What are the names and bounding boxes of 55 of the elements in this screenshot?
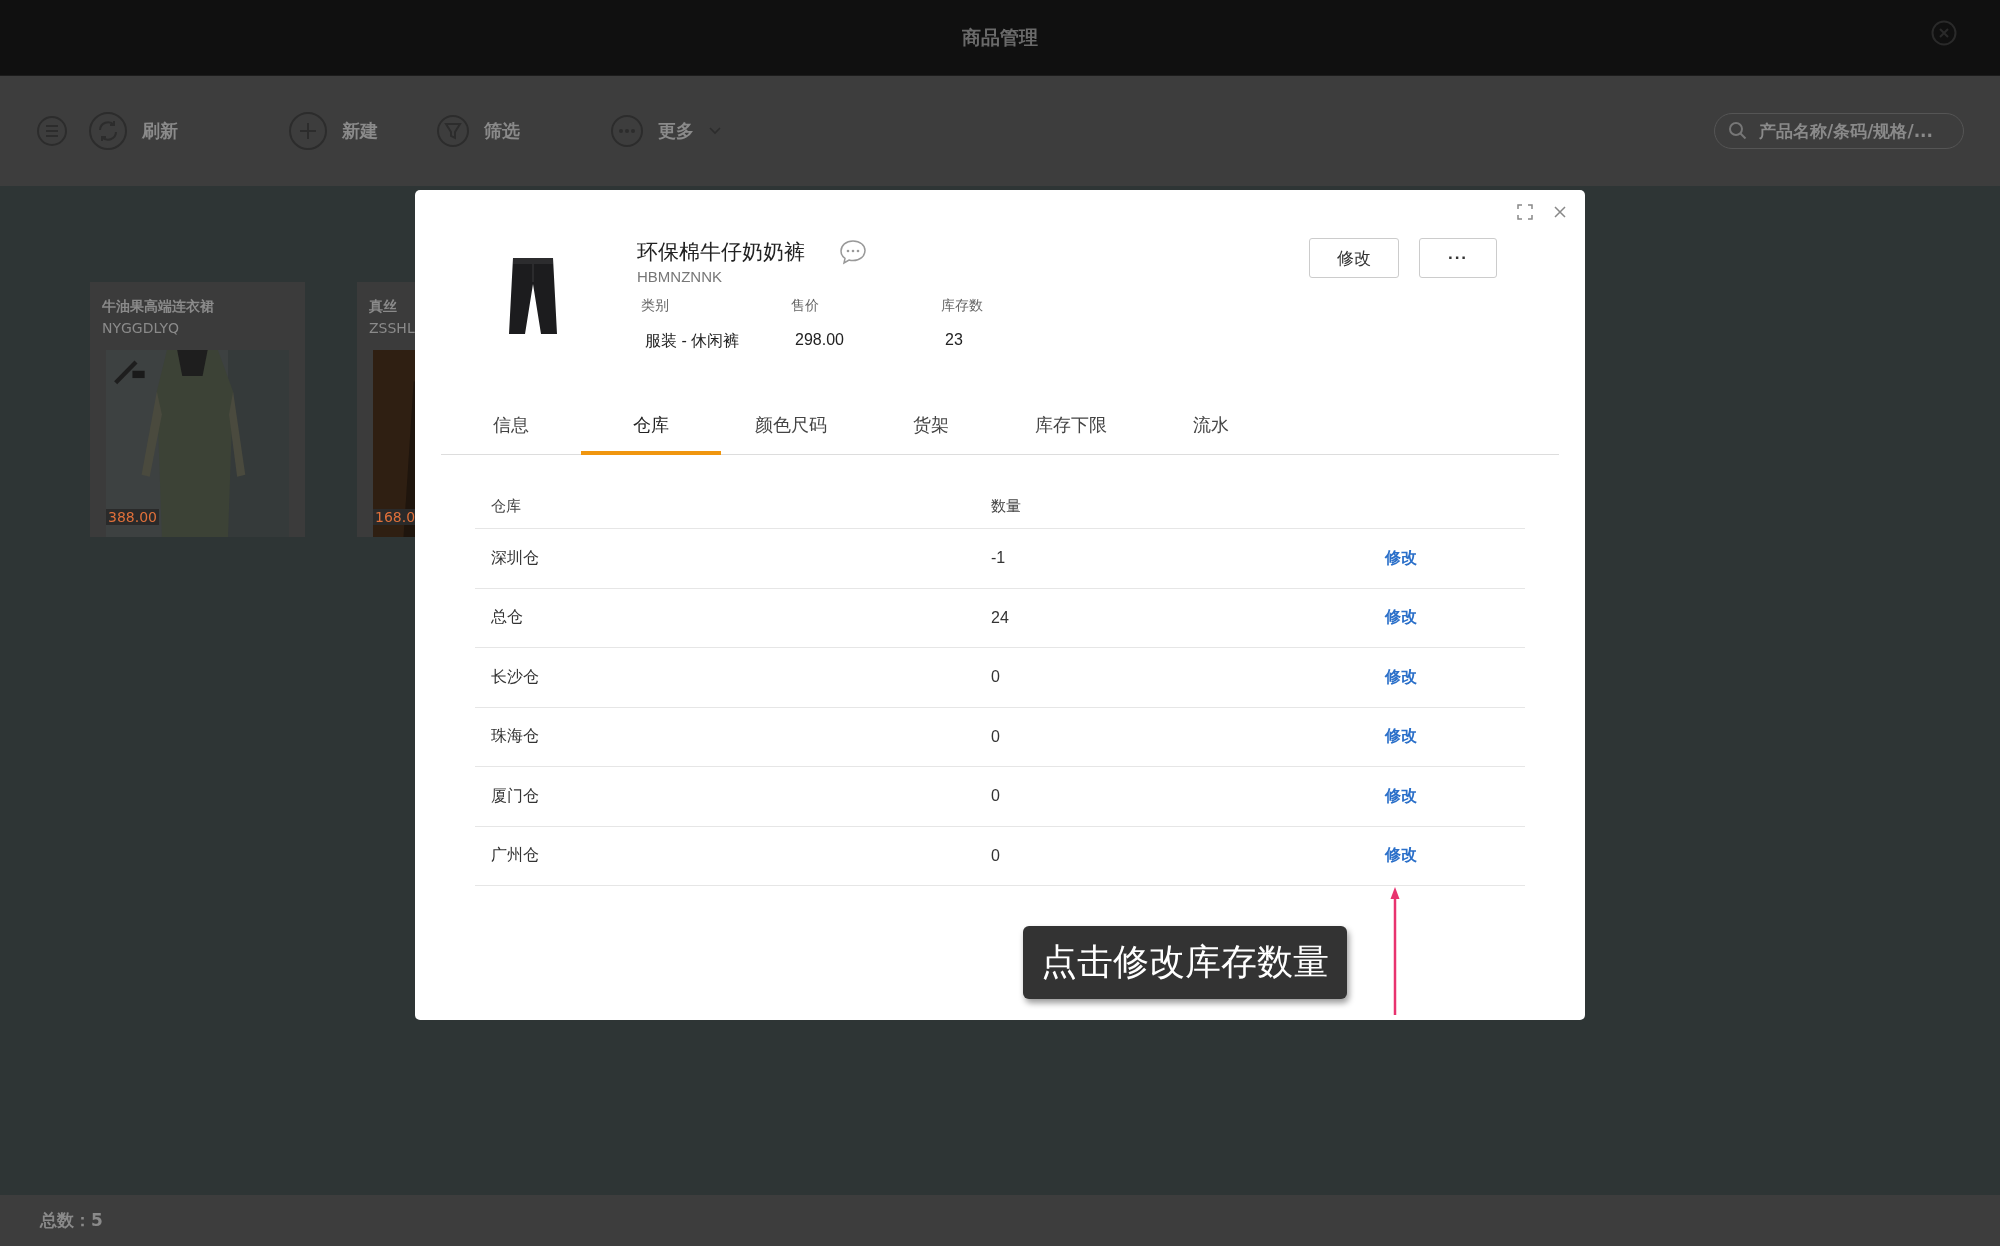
- table-cell-text: 总仓: [491, 607, 524, 628]
- table-cell-text: 长沙仓: [491, 666, 540, 687]
- field-label: 库存数: [940, 297, 984, 315]
- price: 388.00: [106, 509, 159, 525]
- field-value: 23: [944, 331, 964, 349]
- filter-button[interactable]: 筛选: [436, 114, 520, 148]
- tab[interactable]: 信息: [441, 399, 581, 455]
- edit-link[interactable]: 修改: [1385, 547, 1525, 569]
- edit-button[interactable]: 修改: [1309, 238, 1399, 278]
- table-cell-text: 0: [991, 787, 1001, 806]
- edit-link[interactable]: 修改: [1385, 726, 1525, 748]
- chat-bubble-icon[interactable]: [839, 239, 867, 265]
- tab[interactable]: 库存下限: [1001, 399, 1141, 455]
- close-icon[interactable]: [1553, 205, 1567, 219]
- field-label: 售价: [790, 297, 820, 315]
- tab[interactable]: 货架: [861, 399, 1001, 455]
- search-field[interactable]: 产品名称/条码/规格/...: [1714, 113, 1964, 149]
- fullscreen-icon[interactable]: [1517, 204, 1533, 220]
- table-cell-text: 0: [991, 727, 1001, 746]
- edit-link[interactable]: 修改: [1385, 785, 1525, 807]
- edit-link[interactable]: 修改: [1385, 607, 1525, 629]
- product-code: ZSSHL: [368, 320, 416, 336]
- refresh-button[interactable]: 刷新: [88, 111, 178, 151]
- total-count: 总数：5: [40, 1209, 103, 1232]
- tab[interactable]: 颜色尺码: [721, 399, 861, 455]
- product-card[interactable]: 牛油果高端连衣裙 NYGGDLYQ 388.00: [90, 282, 305, 537]
- product-name: 牛油果高端连衣裙: [101, 298, 215, 316]
- table-cell-text: 深圳仓: [491, 547, 540, 568]
- edit-link[interactable]: 修改: [1385, 845, 1525, 867]
- add-button[interactable]: 新建: [288, 111, 378, 151]
- table-cell-text: 广州仓: [491, 845, 540, 866]
- field-label: 类别: [640, 297, 670, 315]
- table-cell-text: 0: [991, 668, 1001, 687]
- tab[interactable]: 流水: [1141, 399, 1281, 455]
- table-cell-text: 珠海仓: [491, 726, 540, 747]
- column-header: 仓库: [491, 497, 522, 516]
- column-header: 数量: [991, 497, 1022, 516]
- product-name: 真丝: [368, 298, 398, 316]
- tooltip: 点击修改库存数量: [1023, 926, 1347, 999]
- product-title: 环保棉牛仔奶奶裤: [637, 239, 805, 265]
- more-button[interactable]: ···: [1419, 238, 1497, 278]
- price: 168.0: [373, 509, 418, 525]
- field-value: 298.00: [794, 331, 845, 349]
- table-cell-text: 0: [991, 846, 1001, 865]
- tab[interactable]: 仓库: [581, 399, 721, 455]
- table-cell-text: -1: [991, 549, 1007, 568]
- more-button[interactable]: 更多: [610, 114, 722, 148]
- table-cell-text: 24: [991, 608, 1010, 627]
- product-code: NYGGDLYQ: [101, 320, 180, 336]
- product-code: HBMNZNNK: [637, 268, 723, 285]
- table-cell-text: 厦门仓: [491, 785, 540, 806]
- search-icon: [1728, 121, 1748, 141]
- window-title: 商品管理: [962, 24, 1038, 50]
- field-value: 服装 - 休闲裤: [644, 331, 741, 351]
- edit-link[interactable]: 修改: [1385, 666, 1525, 688]
